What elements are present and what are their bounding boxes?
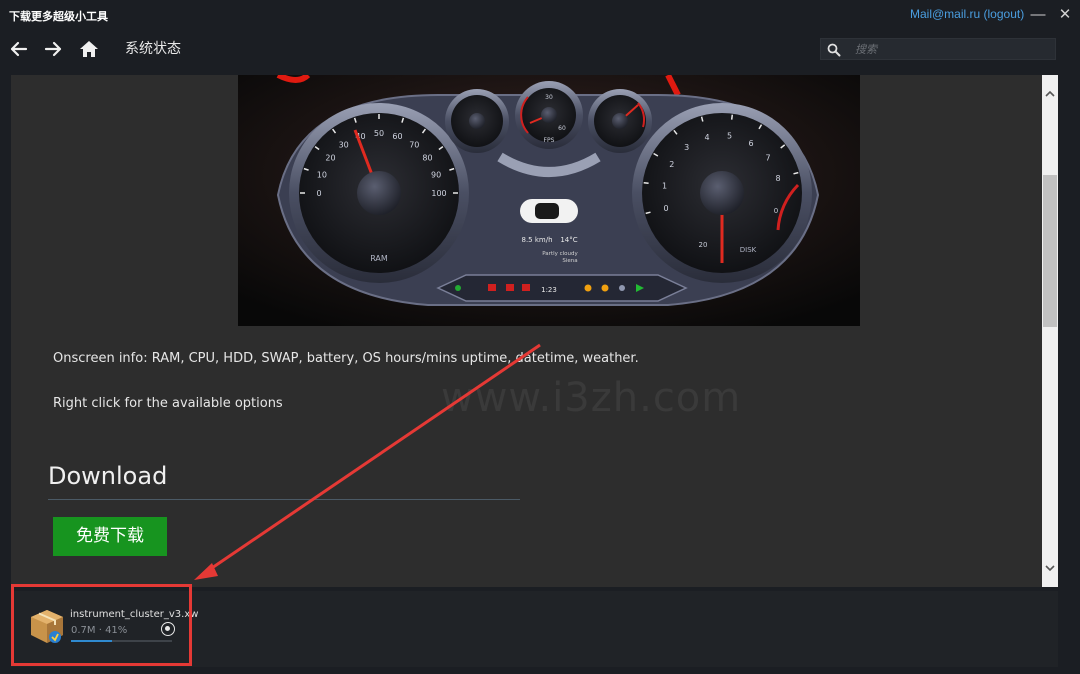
fps-gauge-label: FPS bbox=[544, 137, 555, 144]
disk-tick-label: 6 bbox=[748, 139, 753, 148]
home-button[interactable] bbox=[76, 36, 102, 62]
fps-top-label: 30 bbox=[545, 94, 553, 101]
ram-tick-label: 0 bbox=[316, 189, 321, 198]
disk-zero-label: 0 bbox=[774, 207, 778, 215]
account-logout-link[interactable]: Mail@mail.ru (logout) bbox=[910, 7, 1024, 21]
stop-download-button[interactable] bbox=[161, 622, 175, 636]
disk-tick-label: 5 bbox=[727, 132, 732, 141]
ram-gauge-label: RAM bbox=[370, 254, 388, 263]
ram-tick-label: 70 bbox=[409, 141, 419, 150]
clock-readout: 1:23 bbox=[541, 286, 557, 294]
ram-tick-label: 30 bbox=[339, 141, 349, 150]
disk-tick-label: 1 bbox=[662, 181, 667, 190]
heading-divider bbox=[48, 499, 520, 500]
disk-tick-label: 2 bbox=[669, 160, 674, 169]
instrument-cluster-screenshot: 0 10 20 30 40 50 60 70 80 90 100 RAM 012345678 20 … bbox=[238, 75, 860, 326]
speed-readout: 8.5 km/h bbox=[521, 236, 552, 244]
minimize-button[interactable]: — bbox=[1027, 5, 1049, 25]
ram-tick-label: 50 bbox=[374, 129, 384, 138]
disk-low-label: 20 bbox=[699, 241, 708, 249]
disk-tick-label: 3 bbox=[684, 143, 689, 152]
disk-tick-label: 0 bbox=[663, 204, 668, 213]
ram-tick-label: 10 bbox=[317, 171, 327, 180]
content-panel: 0 10 20 30 40 50 60 70 80 90 100 RAM 012345678 20 … bbox=[11, 75, 1042, 587]
usage-hint: Right click for the available options bbox=[53, 396, 283, 411]
app-title: 下载更多超级小工具 bbox=[9, 10, 108, 23]
ram-tick-label: 100 bbox=[431, 189, 446, 198]
forward-button[interactable] bbox=[40, 36, 66, 62]
download-item[interactable]: instrument_cluster_v3.xw 0.7M · 41% bbox=[25, 591, 198, 667]
search-icon bbox=[827, 43, 841, 57]
navigation-bar: 系统状态 bbox=[0, 30, 1080, 70]
home-icon bbox=[80, 41, 98, 57]
download-heading: Download bbox=[48, 462, 168, 490]
search-box[interactable] bbox=[820, 38, 1056, 60]
ram-tick-label: 90 bbox=[431, 171, 441, 180]
download-status: 0.7M · 41% bbox=[71, 625, 128, 636]
chevron-up-icon bbox=[1045, 90, 1055, 97]
package-icon bbox=[31, 610, 63, 643]
page-title: 系统状态 bbox=[125, 41, 181, 57]
back-button[interactable] bbox=[6, 36, 32, 62]
ram-tick-label: 20 bbox=[325, 154, 335, 163]
dashboard-illustration: 010203040 50 60708090100 RAM 01234 5678 20 … bbox=[238, 75, 860, 326]
download-progress-fill bbox=[71, 640, 113, 642]
ram-tick-label: 60 bbox=[392, 132, 402, 141]
title-bar: 下载更多超级小工具 Mail@mail.ru (logout) — ✕ bbox=[0, 0, 1080, 30]
watermark-text: www.i3zh.com bbox=[441, 375, 742, 421]
search-input[interactable] bbox=[855, 41, 1045, 58]
download-file-name: instrument_cluster_v3.xw bbox=[70, 609, 199, 620]
arrow-left-icon bbox=[10, 41, 28, 57]
disk-gauge-label: DISK bbox=[740, 246, 757, 254]
arrow-right-icon bbox=[44, 41, 62, 57]
close-button[interactable]: ✕ bbox=[1054, 5, 1076, 25]
disk-tick-label: 7 bbox=[765, 154, 770, 163]
scroll-down-button[interactable] bbox=[1042, 559, 1058, 577]
free-download-button[interactable]: 免费下载 bbox=[53, 517, 167, 556]
fps-right-label: 60 bbox=[558, 125, 566, 132]
weather-readout: Partly cloudy bbox=[542, 251, 578, 257]
download-progress-track bbox=[71, 640, 172, 642]
disk-tick-mark bbox=[643, 181, 649, 185]
city-readout: Siena bbox=[562, 258, 577, 264]
scroll-up-button[interactable] bbox=[1042, 85, 1058, 103]
disk-tick-mark bbox=[730, 114, 734, 120]
download-bar: instrument_cluster_v3.xw 0.7M · 41% bbox=[11, 591, 1058, 667]
chevron-down-icon bbox=[1045, 565, 1055, 572]
ram-tick-label: 80 bbox=[422, 154, 432, 163]
scroll-thumb[interactable] bbox=[1043, 175, 1057, 327]
temperature-readout: 14°C bbox=[560, 236, 577, 244]
vertical-scrollbar[interactable] bbox=[1042, 75, 1058, 587]
disk-tick-label: 8 bbox=[775, 174, 780, 183]
info-description: Onscreen info: RAM, CPU, HDD, SWAP, batt… bbox=[53, 351, 639, 366]
disk-tick-label: 4 bbox=[704, 133, 709, 142]
